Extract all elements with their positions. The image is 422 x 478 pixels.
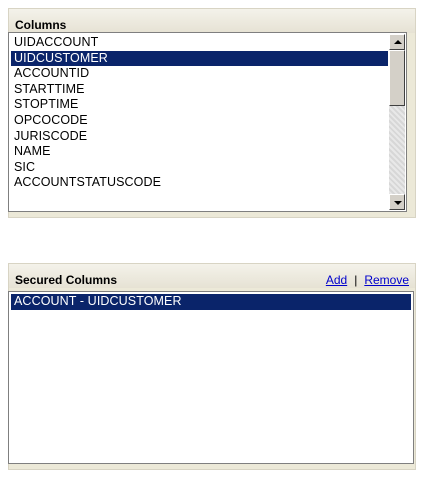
columns-panel-header: Columns xyxy=(9,9,415,33)
scroll-thumb[interactable] xyxy=(389,50,405,106)
secured-panel-title: Secured Columns xyxy=(15,273,118,287)
columns-listbox[interactable]: UIDACCOUNT UIDCUSTOMER ACCOUNTID STARTTI… xyxy=(8,32,407,212)
secured-columns-listbox[interactable]: ACCOUNT - UIDCUSTOMER xyxy=(8,291,414,464)
columns-scrollbar[interactable] xyxy=(389,34,405,210)
columns-list: UIDACCOUNT UIDCUSTOMER ACCOUNTID STARTTI… xyxy=(11,35,388,191)
arrow-up-icon xyxy=(394,40,402,44)
list-item[interactable]: ACCOUNTID xyxy=(11,66,388,82)
secured-panel-header: Secured Columns Add | Remove xyxy=(9,264,415,288)
link-separator: | xyxy=(354,273,358,287)
list-item-selected[interactable]: ACCOUNT - UIDCUSTOMER xyxy=(11,294,411,310)
arrow-down-icon xyxy=(394,201,402,205)
list-item[interactable]: STARTTIME xyxy=(11,82,388,98)
columns-panel-title: Columns xyxy=(15,18,67,32)
list-item[interactable]: ACCOUNTSTATUSCODE xyxy=(11,175,388,191)
list-item[interactable]: STOPTIME xyxy=(11,97,388,113)
secured-columns-list: ACCOUNT - UIDCUSTOMER xyxy=(11,294,411,310)
list-item[interactable]: OPCOCODE xyxy=(11,113,388,129)
add-link[interactable]: Add xyxy=(326,273,347,287)
remove-link[interactable]: Remove xyxy=(364,273,409,287)
scroll-up-button[interactable] xyxy=(389,34,405,50)
list-item[interactable]: SIC xyxy=(11,160,388,176)
list-item[interactable]: JURISCODE xyxy=(11,129,388,145)
panel-links: Add | Remove xyxy=(326,273,409,287)
list-item[interactable]: UIDACCOUNT xyxy=(11,35,388,51)
list-item[interactable]: NAME xyxy=(11,144,388,160)
list-item-selected[interactable]: UIDCUSTOMER xyxy=(11,50,388,67)
scroll-down-button[interactable] xyxy=(389,194,405,210)
